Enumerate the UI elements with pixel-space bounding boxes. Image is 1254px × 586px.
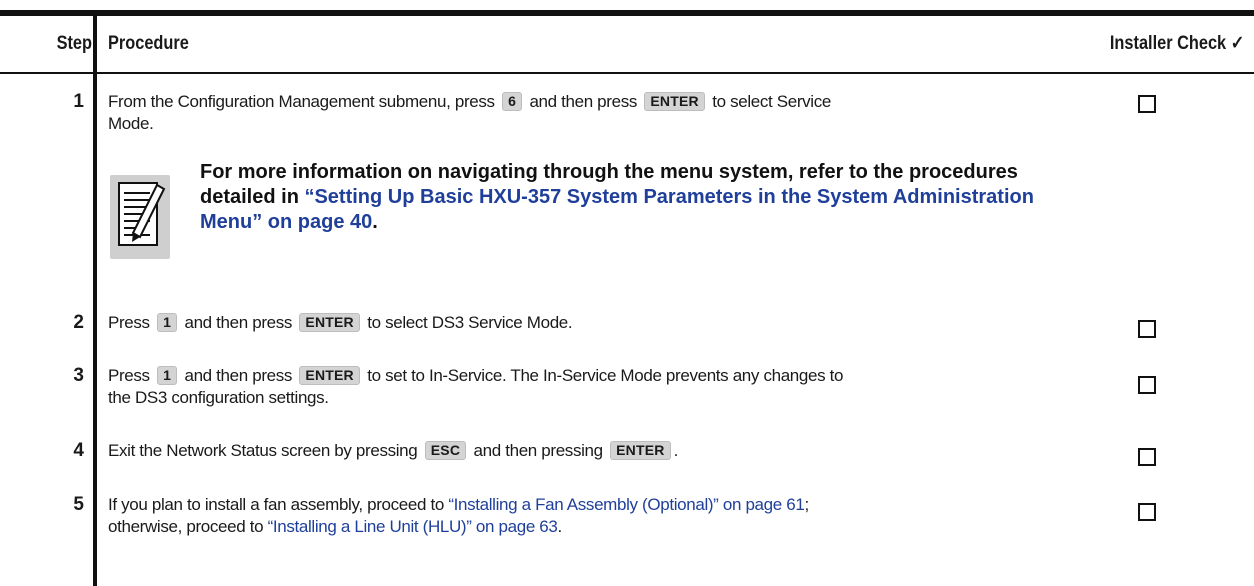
installer-checkbox[interactable] <box>1138 95 1156 113</box>
step-text-part: the DS3 configuration settings. <box>108 388 329 407</box>
installer-checkbox[interactable] <box>1138 448 1156 466</box>
step-number: 2 <box>73 312 84 333</box>
note-link-page[interactable]: Menu” on page 40 <box>200 211 372 233</box>
step-text-part: . <box>557 517 563 536</box>
step-text-part: and then press <box>529 92 638 111</box>
note-text-part: detailed in <box>200 186 299 208</box>
step-text-part: If you plan to install a fan assembly, p… <box>108 495 444 514</box>
step-number: 1 <box>73 91 84 112</box>
installer-checkbox[interactable] <box>1138 376 1156 394</box>
column-divider <box>93 16 97 586</box>
key-enter: ENTER <box>610 441 671 460</box>
note-text-part: For more information on navigating throu… <box>200 161 1018 183</box>
installer-checkbox[interactable] <box>1138 503 1156 521</box>
step-text: If you plan to install a fan assembly, p… <box>108 494 1118 538</box>
step-text-part: and then press <box>184 366 293 385</box>
step-text-part: ; <box>804 495 809 514</box>
key-enter: ENTER <box>299 313 360 332</box>
step-text-part: and then pressing <box>473 441 604 460</box>
step-number: 3 <box>73 365 84 386</box>
key-esc: ESC <box>424 441 467 460</box>
step-text-part: to select Service <box>712 92 831 111</box>
step-text-part: Press <box>108 313 150 332</box>
header-installer-check: Installer Check ✓ <box>1109 33 1244 54</box>
note-text: For more information on navigating throu… <box>200 160 1240 235</box>
key-1: 1 <box>157 366 178 385</box>
step-text-part: Exit the Network Status screen by pressi… <box>108 441 418 460</box>
step-number: 5 <box>73 494 84 515</box>
link-line-unit[interactable]: “Installing a Line Unit (HLU)” on page 6… <box>268 517 558 536</box>
header-rule <box>0 72 1254 74</box>
step-text-part: From the Configuration Management submen… <box>108 92 495 111</box>
key-6: 6 <box>502 92 523 111</box>
key-1: 1 <box>157 313 178 332</box>
key-enter: ENTER <box>644 92 705 111</box>
step-text-part: to select DS3 Service Mode. <box>367 313 573 332</box>
step-text: Exit the Network Status screen by pressi… <box>108 440 1118 462</box>
installer-checkbox[interactable] <box>1138 320 1156 338</box>
header-step: Step <box>56 33 92 54</box>
procedure-table: Step Procedure Installer Check ✓ 1 From … <box>0 10 1254 586</box>
step-text: Press 1 and then press ENTER to set to I… <box>108 365 1118 409</box>
note-text-part: . <box>372 211 378 233</box>
step-text-part: . <box>673 441 679 460</box>
step-text-part: otherwise, proceed to <box>108 517 264 536</box>
link-fan-assembly[interactable]: “Installing a Fan Assembly (Optional)” o… <box>448 495 804 514</box>
note-link[interactable]: “Setting Up Basic HXU-357 System Paramet… <box>304 186 1033 208</box>
step-text-part: to set to In-Service. The In-Service Mod… <box>367 366 844 385</box>
note-pencil-icon <box>110 175 170 259</box>
step-text: Press 1 and then press ENTER to select D… <box>108 312 1118 334</box>
step-number: 4 <box>73 440 84 461</box>
step-text-part: Press <box>108 366 150 385</box>
key-enter: ENTER <box>299 366 360 385</box>
step-text-part: Mode. <box>108 114 154 133</box>
step-text-part: and then press <box>184 313 293 332</box>
header-procedure: Procedure <box>108 33 189 54</box>
step-text: From the Configuration Management submen… <box>108 91 1118 135</box>
